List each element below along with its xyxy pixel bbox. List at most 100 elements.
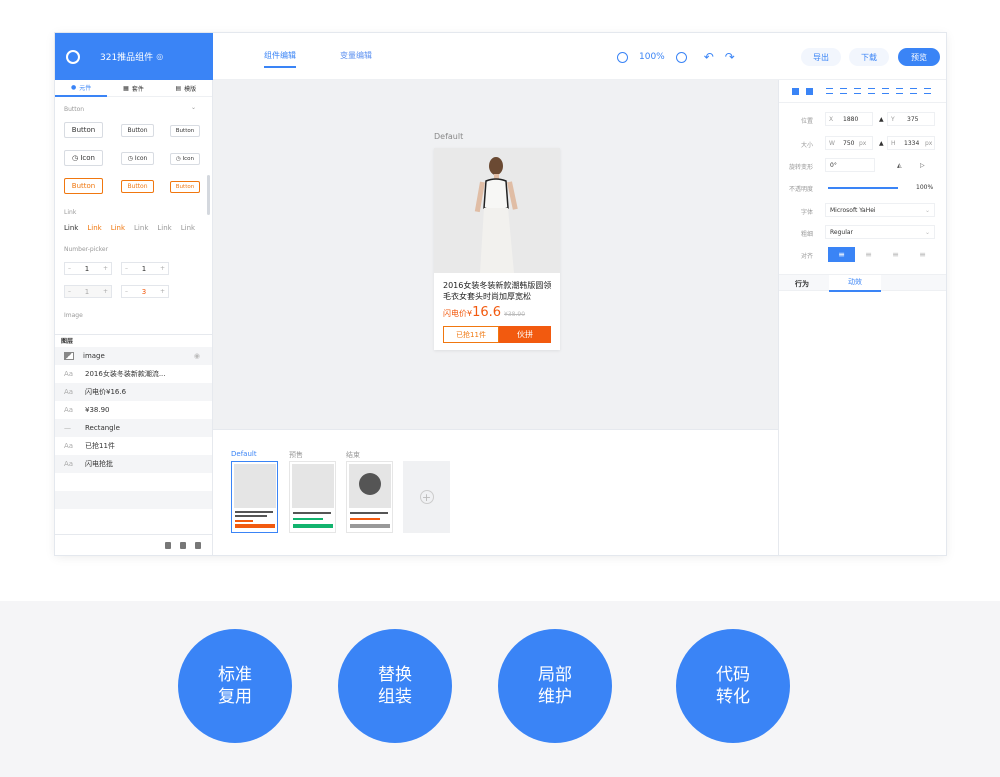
fill-icon[interactable] (792, 87, 799, 95)
layer-row[interactable]: — Rectangle (55, 419, 212, 437)
right-tabs: 行为 动效 (779, 274, 946, 292)
design-canvas[interactable]: Default 2016女装冬装新款潮韩版圆领毛衣女套头时尚加厚宽松 闪电价¥1… (213, 80, 778, 429)
state-thumb-presale[interactable] (289, 461, 336, 533)
state-label-presale[interactable]: 预售 (289, 450, 303, 460)
widget-stepper[interactable]: –1 + (121, 262, 169, 275)
lock-icon[interactable] (180, 541, 186, 549)
eye-icon[interactable]: ◉ (194, 352, 200, 360)
align-right-icon[interactable] (854, 88, 861, 94)
align-middle-icon[interactable] (882, 88, 889, 94)
feature-circle: 代码 转化 (676, 629, 790, 743)
add-state-button[interactable]: + (403, 461, 450, 533)
widget-icon-medium[interactable]: ◷ Icon (121, 152, 154, 165)
trash-icon[interactable] (195, 541, 201, 549)
widget-button-medium[interactable]: Button (121, 124, 154, 137)
layer-row[interactable]: Aa 闪电价¥16.6 (55, 383, 212, 401)
product-title[interactable]: 2016女装冬装新款潮韩版圆领毛衣女套头时尚加厚宽松 (443, 280, 555, 302)
settings-icon[interactable]: ◎ (156, 52, 163, 61)
copy-icon[interactable] (165, 541, 171, 549)
layer-row[interactable]: Aa 2016女装冬装新款潮流... (55, 365, 212, 383)
stroke-icon[interactable] (806, 87, 813, 95)
product-price[interactable]: 闪电价¥16.6 ¥38.90 (443, 305, 525, 320)
state-label-default[interactable]: Default (231, 450, 257, 458)
tab-variable-edit[interactable]: 变量编辑 (340, 50, 372, 61)
preview-button[interactable]: 预览 (898, 48, 940, 66)
widget-orange-button-medium[interactable]: Button (121, 180, 154, 193)
widget-icon-large[interactable]: ◷ Icon (64, 150, 103, 166)
layer-row[interactable]: Aa 闪电抢批 (55, 455, 212, 473)
section-link-label: Link (64, 209, 77, 216)
widget-button-large[interactable]: Button (64, 122, 103, 138)
tab-component-edit[interactable]: 组件编辑 (264, 50, 296, 68)
widget-link[interactable]: Link (64, 224, 78, 232)
grid-icon: ▦ (123, 84, 129, 92)
thumb-text-line (350, 512, 388, 514)
layer-footer (55, 534, 212, 555)
widget-stepper-disabled[interactable]: –1 + (64, 285, 112, 298)
text-align-center-icon[interactable]: ≡ (855, 247, 882, 262)
align-center-icon[interactable] (840, 88, 847, 94)
zoom-out-icon[interactable] (617, 51, 628, 63)
widget-stepper[interactable]: –1 + (64, 262, 112, 275)
zoom-in-icon[interactable] (675, 51, 687, 63)
widget-orange-button-small[interactable]: Button (170, 181, 200, 193)
widget-orange-button-large[interactable]: Button (64, 178, 103, 194)
tab-kits[interactable]: ▦ 套件 (107, 80, 159, 97)
widget-link[interactable]: Link (157, 224, 171, 232)
opacity-slider[interactable] (828, 187, 898, 189)
text-icon: Aa (64, 442, 74, 450)
state-thumb-ended[interactable] (346, 461, 393, 533)
thumb-image (234, 464, 276, 508)
flip-horizontal-icon[interactable]: ◭ (897, 162, 902, 169)
widget-icon-small[interactable]: ◷ Icon (170, 153, 200, 165)
align-toolbar (779, 80, 946, 103)
tab-behavior[interactable]: 行为 (795, 279, 809, 289)
chevron-down-icon: ⌄ (925, 207, 931, 214)
states-strip: Default 预售 结束 + (213, 429, 778, 555)
widget-link[interactable]: Link (87, 224, 101, 232)
align-top-icon[interactable] (868, 88, 875, 94)
distribute-h-icon[interactable] (910, 88, 917, 94)
align-left-icon[interactable] (826, 88, 833, 94)
layer-row[interactable]: Aa 已抢11件 (55, 437, 212, 455)
tab-animation[interactable]: 动效 (829, 275, 881, 292)
distribute-v-icon[interactable] (924, 88, 931, 94)
logo-ring-icon (66, 49, 80, 64)
widget-button-small[interactable]: Button (170, 125, 200, 137)
project-name[interactable]: 321推品组件 (100, 50, 153, 63)
section-button-label: Button (64, 106, 85, 113)
widget-link[interactable]: Link (111, 224, 125, 232)
widget-link[interactable]: Link (134, 224, 148, 232)
widget-stepper-red[interactable]: –3 + (121, 285, 169, 298)
state-label-ended[interactable]: 结束 (346, 450, 360, 460)
top-toolbar: 组件编辑 变量编辑 100% ↶ ↷ 导出 下载 预览 (213, 33, 946, 80)
export-button[interactable]: 导出 (801, 48, 841, 66)
clock-icon: ◷ (175, 156, 181, 162)
widget-scrollbar[interactable] (207, 175, 210, 215)
text-align-left-icon[interactable]: ≡ (828, 247, 855, 262)
flip-vertical-icon[interactable]: ▷ (920, 162, 925, 169)
undo-icon[interactable]: ↶ (704, 50, 714, 64)
left-panel: ● 元件 ▦ 套件 ▤ 模版 Button ⌄ Button Button Butto… (55, 80, 213, 555)
layer-row[interactable]: image ◉ (55, 347, 212, 365)
widget-link[interactable]: Link (181, 224, 195, 232)
left-tabs: ● 元件 ▦ 套件 ▤ 模版 (55, 80, 212, 97)
align-bottom-icon[interactable] (896, 88, 903, 94)
lock-icon: ▲ (879, 140, 884, 147)
text-align-right-icon[interactable]: ≡ (882, 247, 909, 262)
old-price: ¥38.90 (504, 311, 526, 318)
state-thumb-default[interactable] (231, 461, 278, 533)
feature-circle: 替换 组装 (338, 629, 452, 743)
tab-elements[interactable]: ● 元件 (55, 80, 108, 97)
group-buy-button[interactable]: 伙拼 (499, 326, 551, 343)
layer-row[interactable]: Aa ¥38.90 (55, 401, 212, 419)
artboard[interactable]: 2016女装冬装新款潮韩版圆领毛衣女套头时尚加厚宽松 闪电价¥16.6 ¥38.9… (434, 148, 560, 350)
tab-templates[interactable]: ▤ 模版 (160, 80, 212, 97)
artboard-label: Default (434, 132, 464, 141)
text-align-justify-icon[interactable]: ≡ (909, 247, 936, 262)
chevron-down-icon[interactable]: ⌄ (191, 104, 196, 111)
product-image[interactable] (434, 148, 560, 273)
sold-count-button[interactable]: 已抢11件 (443, 326, 499, 343)
redo-icon[interactable]: ↷ (725, 50, 735, 64)
download-button[interactable]: 下载 (849, 48, 889, 66)
